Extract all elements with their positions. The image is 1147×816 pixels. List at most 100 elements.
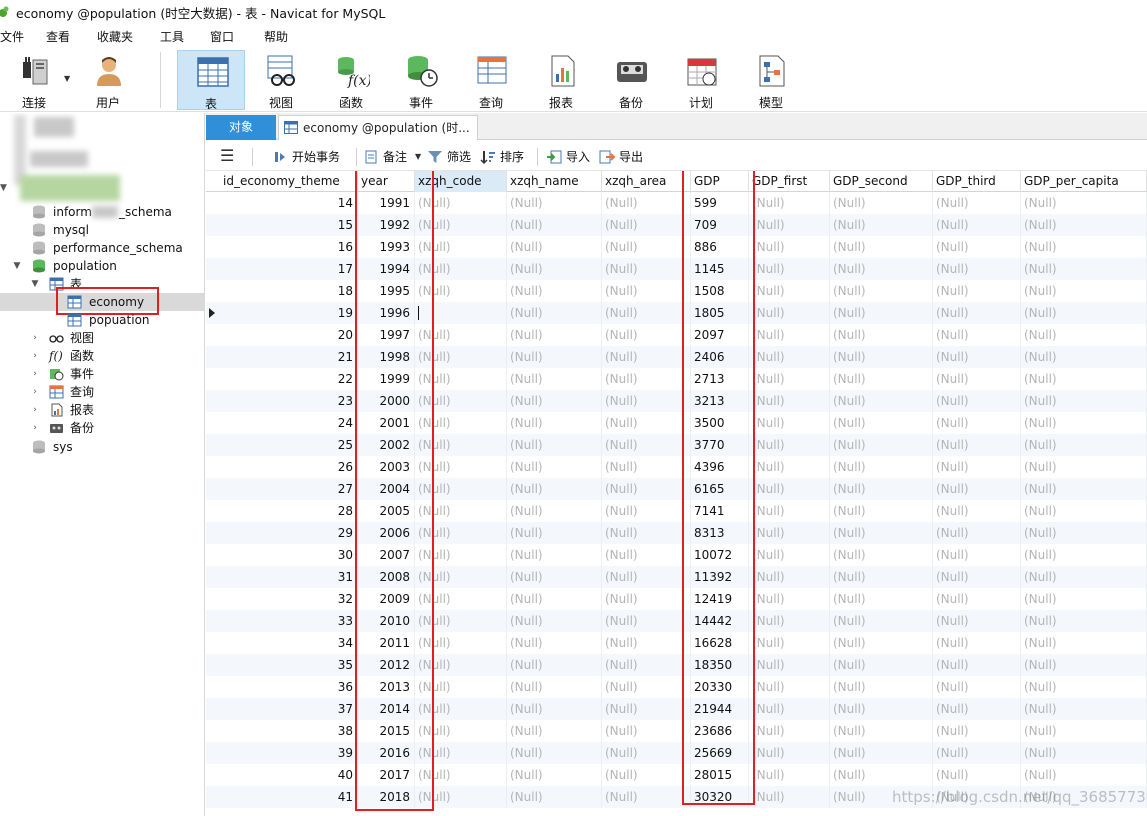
table-row[interactable]: 40 2017 (Null) (Null) (Null) 28015 (Null) (Null… (206, 764, 1147, 786)
cell-id[interactable]: 32 (220, 588, 358, 610)
table-row[interactable]: 14 1991 (Null) (Null) (Null) 599 (Null) (Null)(… (206, 192, 1147, 214)
cell-id[interactable]: 16 (220, 236, 358, 258)
table-row[interactable]: 28 2005 (Null) (Null) (Null) 7141 (Null) (Null)… (206, 500, 1147, 522)
cell-id[interactable]: 34 (220, 632, 358, 654)
cell-id[interactable]: 23 (220, 390, 358, 412)
cell-gdp-per-capita[interactable]: (Null) (1021, 522, 1147, 544)
cell-gdp-third[interactable]: (Null) (933, 412, 1021, 434)
cell-gdp-first[interactable]: (Null) (749, 588, 830, 610)
cell-xzqh-area[interactable]: (Null) (602, 434, 691, 456)
cell-gdp-second[interactable]: (Null) (830, 522, 933, 544)
reports-group[interactable]: › 报表 (0, 401, 204, 419)
row-indicator[interactable] (206, 236, 220, 258)
cell-gdp-per-capita[interactable]: (Null) (1021, 390, 1147, 412)
cell-gdp-second[interactable]: (Null) (830, 698, 933, 720)
row-indicator[interactable] (206, 412, 220, 434)
cell-gdp-per-capita[interactable]: (Null) (1021, 192, 1147, 214)
cell-gdp-third[interactable]: (Null) (933, 500, 1021, 522)
cell-gdp-second[interactable]: (Null) (830, 324, 933, 346)
row-indicator[interactable] (206, 368, 220, 390)
cell-id[interactable]: 18 (220, 280, 358, 302)
cell-id[interactable]: 22 (220, 368, 358, 390)
cell-gdp-per-capita[interactable]: (Null) (1021, 434, 1147, 456)
events-group[interactable]: › 事件 (0, 365, 204, 383)
cell-gdp-first[interactable]: (Null) (749, 214, 830, 236)
cell-id[interactable]: 27 (220, 478, 358, 500)
cell-xzqh-area[interactable]: (Null) (602, 720, 691, 742)
cell-gdp-first[interactable]: (Null) (749, 236, 830, 258)
row-indicator[interactable] (206, 764, 220, 786)
views-group[interactable]: › 视图 (0, 329, 204, 347)
query-button[interactable]: 查询 (457, 50, 525, 110)
row-indicator[interactable] (206, 544, 220, 566)
cell-gdp-third[interactable]: (Null) (933, 280, 1021, 302)
table-row[interactable]: 32 2009 (Null) (Null) (Null) 12419 (Null) (Null… (206, 588, 1147, 610)
collapse-arrow-icon[interactable]: › (30, 347, 40, 365)
cell-gdp-second[interactable]: (Null) (830, 258, 933, 280)
cell-xzqh-name[interactable]: (Null) (507, 434, 602, 456)
cell-gdp-first[interactable]: (Null) (749, 566, 830, 588)
cell-gdp-first[interactable]: (Null) (749, 786, 830, 808)
cell-xzqh-area[interactable]: (Null) (602, 632, 691, 654)
cell-gdp-first[interactable]: (Null) (749, 632, 830, 654)
expand-arrow-icon[interactable]: ▼ (30, 275, 40, 293)
cell-gdp-third[interactable]: (Null) (933, 434, 1021, 456)
cell-gdp-per-capita[interactable]: (Null) (1021, 258, 1147, 280)
cell-gdp-per-capita[interactable]: (Null) (1021, 588, 1147, 610)
cell-gdp-per-capita[interactable]: (Null) (1021, 632, 1147, 654)
cell-id[interactable]: 41 (220, 786, 358, 808)
backups-group[interactable]: › 备份 (0, 419, 204, 437)
cell-gdp-second[interactable]: (Null) (830, 478, 933, 500)
cell-gdp-first[interactable]: (Null) (749, 192, 830, 214)
cell-id[interactable]: 28 (220, 500, 358, 522)
cell-gdp-third[interactable]: (Null) (933, 214, 1021, 236)
cell-gdp-third[interactable]: (Null) (933, 544, 1021, 566)
cell-gdp-first[interactable]: (Null) (749, 280, 830, 302)
cell-gdp-second[interactable]: (Null) (830, 346, 933, 368)
cell-gdp-per-capita[interactable]: (Null) (1021, 236, 1147, 258)
cell-xzqh-area[interactable]: (Null) (602, 258, 691, 280)
menu-window[interactable]: 窗口 (210, 28, 234, 45)
cell-xzqh-area[interactable]: (Null) (602, 610, 691, 632)
cell-gdp-per-capita[interactable]: (Null) (1021, 346, 1147, 368)
cell-id[interactable]: 33 (220, 610, 358, 632)
cell-xzqh-name[interactable]: (Null) (507, 478, 602, 500)
cell-gdp-second[interactable]: (Null) (830, 544, 933, 566)
cell-xzqh-area[interactable]: (Null) (602, 368, 691, 390)
cell-gdp-first[interactable]: (Null) (749, 654, 830, 676)
cell-xzqh-name[interactable]: (Null) (507, 632, 602, 654)
cell-xzqh-name[interactable]: (Null) (507, 544, 602, 566)
row-indicator[interactable] (206, 192, 220, 214)
cell-xzqh-area[interactable]: (Null) (602, 236, 691, 258)
cell-gdp-per-capita[interactable]: (Null) (1021, 280, 1147, 302)
cell-gdp-first[interactable]: (Null) (749, 522, 830, 544)
cell-gdp-first[interactable]: (Null) (749, 764, 830, 786)
row-indicator[interactable] (206, 456, 220, 478)
menu-file[interactable]: 文件 (0, 28, 24, 45)
cell-gdp-first[interactable]: (Null) (749, 478, 830, 500)
cell-xzqh-name[interactable]: (Null) (507, 500, 602, 522)
connect-dropdown-icon[interactable]: ▼ (64, 74, 70, 83)
table-row[interactable]: 24 2001 (Null) (Null) (Null) 3500 (Null) (Null)… (206, 412, 1147, 434)
functions-group[interactable]: › f() 函数 (0, 347, 204, 365)
table-row[interactable]: 38 2015 (Null) (Null) (Null) 23686 (Null) (Null… (206, 720, 1147, 742)
cell-gdp-third[interactable]: (Null) (933, 478, 1021, 500)
cell-xzqh-name[interactable]: (Null) (507, 720, 602, 742)
table-row[interactable]: 35 2012 (Null) (Null) (Null) 18350 (Null) (Null… (206, 654, 1147, 676)
sort-button[interactable]: 排序 (480, 148, 530, 166)
cell-gdp-second[interactable]: (Null) (830, 720, 933, 742)
cell-id[interactable]: 40 (220, 764, 358, 786)
cell-xzqh-name[interactable]: (Null) (507, 698, 602, 720)
collapse-arrow-icon[interactable]: › (30, 383, 40, 401)
row-indicator[interactable] (206, 434, 220, 456)
table-row[interactable]: 23 2000 (Null) (Null) (Null) 3213 (Null) (Null)… (206, 390, 1147, 412)
cell-xzqh-area[interactable]: (Null) (602, 522, 691, 544)
cell-xzqh-name[interactable]: (Null) (507, 368, 602, 390)
export-button[interactable]: 导出 (599, 148, 649, 166)
cell-gdp-second[interactable]: (Null) (830, 764, 933, 786)
cell-gdp-second[interactable]: (Null) (830, 632, 933, 654)
cell-gdp-third[interactable]: (Null) (933, 324, 1021, 346)
db-mysql[interactable]: mysql (0, 221, 204, 239)
cell-gdp-third[interactable]: (Null) (933, 764, 1021, 786)
cell-gdp-per-capita[interactable]: (Null) (1021, 478, 1147, 500)
